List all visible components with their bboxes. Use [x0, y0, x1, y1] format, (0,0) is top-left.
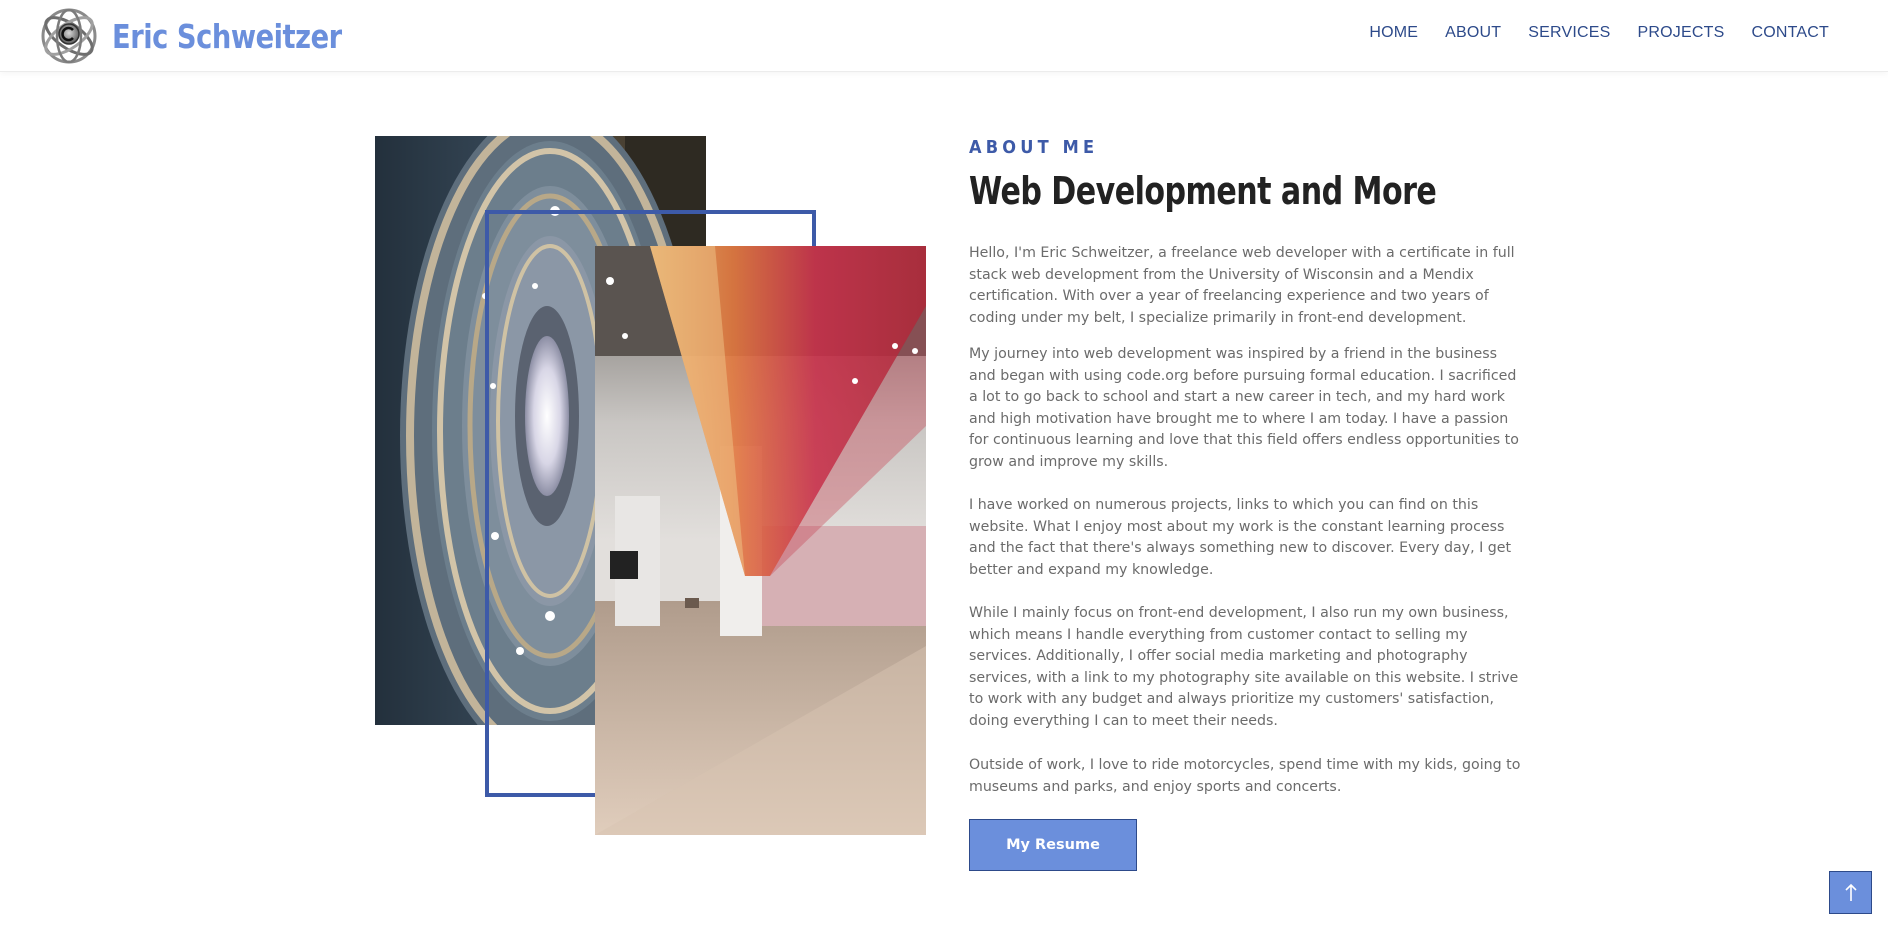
back-to-top-button[interactable] [1829, 871, 1872, 914]
brand-name: Eric Schweitzer [112, 16, 342, 56]
nav-services[interactable]: SERVICES [1528, 24, 1610, 42]
about-paragraph: Outside of work, I love to ride motorcyc… [969, 757, 1521, 795]
atom-orbit-logo-icon [41, 8, 97, 64]
brand-logo-link[interactable]: Eric Schweitzer [38, 6, 362, 66]
about-paragraph: Hello, I'm Eric Schweitzer, a freelance … [969, 245, 1515, 326]
nav-about[interactable]: ABOUT [1445, 24, 1501, 42]
section-eyebrow: ABOUT ME [969, 137, 1099, 158]
nav-projects[interactable]: PROJECTS [1638, 24, 1725, 42]
about-paragraph: I have worked on numerous projects, link… [969, 497, 1512, 578]
section-title: Web Development and More [969, 169, 1437, 213]
nav-contact[interactable]: CONTACT [1751, 24, 1829, 42]
site-header: Eric Schweitzer HOME ABOUT SERVICES PROJ… [0, 0, 1888, 72]
arrow-up-icon [1844, 883, 1857, 901]
about-paragraph: My journey into web development was insp… [969, 346, 1519, 470]
my-resume-button[interactable]: My Resume [969, 819, 1137, 871]
about-paragraph: While I mainly focus on front-end develo… [969, 605, 1519, 729]
main-nav: HOME ABOUT SERVICES PROJECTS CONTACT [1369, 24, 1829, 42]
nav-home[interactable]: HOME [1369, 24, 1418, 42]
museum-installation-photo [595, 246, 926, 835]
